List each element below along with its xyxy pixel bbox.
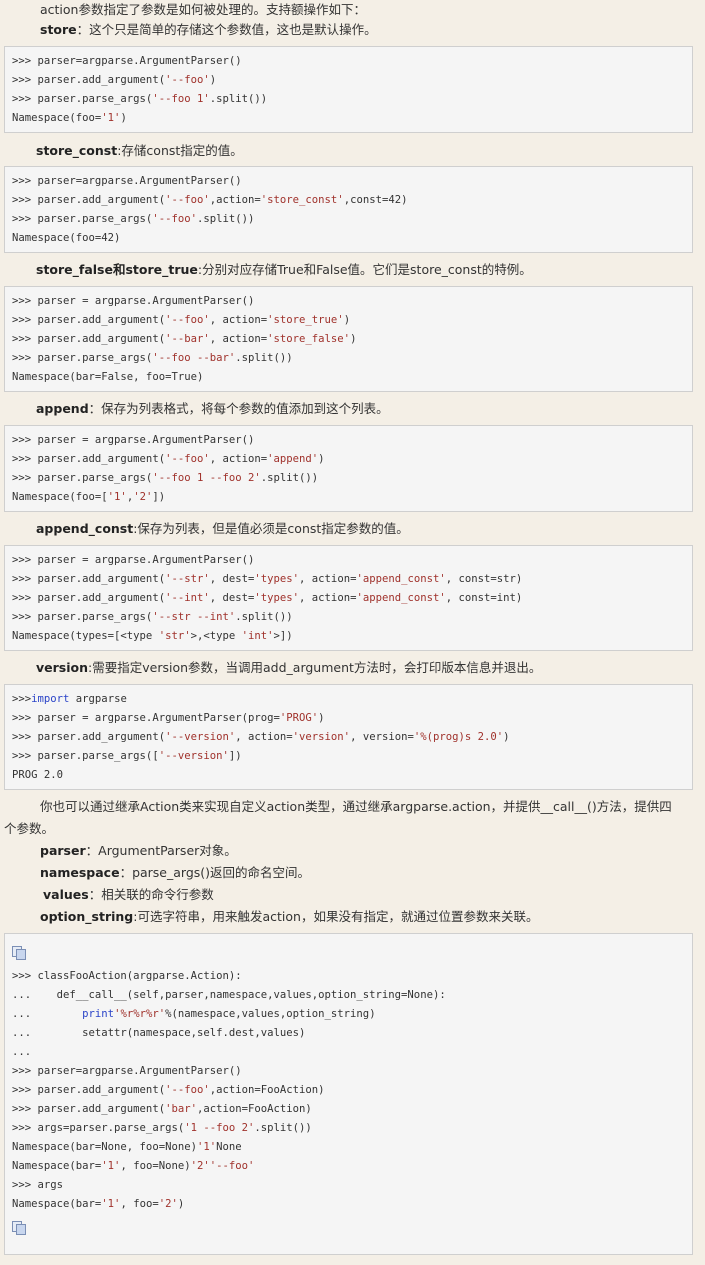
code-line: ... [12,1046,32,1058]
code-line: Namespace(bar=None, foo=None)'1'None [12,1141,242,1153]
store-const-paragraph: store_const:存储const指定的值。 [36,141,705,161]
append-desc: ：保存为列表格式，将每个参数的值添加到这个列表。 [88,401,389,416]
parser-desc: ：ArgumentParser对象。 [85,843,237,858]
code-line: >>>import argparse [12,693,127,705]
values-desc: ：相关联的命令行参数 [88,887,214,902]
code-line: ... def__call__(self,parser,namespace,va… [12,989,446,1001]
code-line: >>> parser.parse_args('--foo 1'.split()) [12,93,268,105]
code-line: Namespace(types=[<type 'str'>,<type 'int… [12,630,293,642]
parser-term: parser [40,843,86,858]
option-string-param: option_string:可选字符串，用来触发action，如果没有指定，就通… [40,907,705,927]
version-paragraph: version:需要指定version参数，当调用add_argument方法时… [36,658,705,678]
code-line: Namespace(bar='1', foo='2') [12,1198,185,1210]
code-line: >>> parser = argparse.ArgumentParser(pro… [12,712,325,724]
code-line: >>> parser.add_argument('bar',action=Foo… [12,1103,312,1115]
store-bool-desc: :分别对应存储True和False值。它们是store_const的特例。 [197,262,532,277]
code-line: >>> parser=argparse.ArgumentParser() [12,175,242,187]
code-line: >>> parser.parse_args('--foo'.split()) [12,213,255,225]
option-string-term: option_string [40,909,134,924]
code-line: >>> parser.add_argument('--foo', action=… [12,453,325,465]
namespace-term: namespace [40,865,120,880]
code-line: >>> parser.add_argument('--foo') [12,74,217,86]
code-lines-custom: >>> classFooAction(argparse.Action): ... … [12,967,692,1214]
code-line: >>> parser=argparse.ArgumentParser() [12,1065,242,1077]
store-bool-paragraph: store_false和store_true:分别对应存储True和False值… [36,260,705,280]
store-bool-term: store_false和store_true [36,262,198,277]
store-term: store [40,22,77,37]
code-block-custom-action[interactable]: >>> classFooAction(argparse.Action): ... … [4,933,693,1255]
code-line: >>> parser = argparse.ArgumentParser() [12,295,255,307]
code-line: Namespace(bar=False, foo=True) [12,371,204,383]
namespace-desc: ：parse_args()返回的命名空间。 [119,865,311,880]
append-const-desc: :保存为列表，但是值必须是const指定参数的值。 [133,521,409,536]
code-line: Namespace(foo=42) [12,232,121,244]
code-line: >>> args [12,1179,64,1191]
code-line: >>> classFooAction(argparse.Action): [12,970,242,982]
code-block-append-const[interactable]: >>> parser = argparse.ArgumentParser() >>… [4,545,693,651]
code-line: Namespace(foo=['1','2']) [12,491,166,503]
code-line: ... setattr(namespace,self.dest,values) [12,1027,306,1039]
store-desc: ：这个只是简单的存储这个参数值，这也是默认操作。 [76,22,377,37]
code-block-store[interactable]: >>> parser=argparse.ArgumentParser() >>> … [4,46,693,133]
namespace-param: namespace：parse_args()返回的命名空间。 [40,863,705,883]
custom-action-text: 你也可以通过继承Action类来实现自定义action类型，通过继承argpar… [40,799,672,814]
append-const-term: append_const [36,521,134,536]
code-line: >>> parser.parse_args('--foo --bar'.spli… [12,352,293,364]
copy-toolbar-bottom [12,1214,692,1242]
code-line: >>> parser = argparse.ArgumentParser() [12,554,255,566]
store-paragraph: store：这个只是简单的存储这个参数值，这也是默认操作。 [40,20,705,40]
copy-code-icon[interactable] [12,1221,26,1235]
copy-toolbar-top [12,939,692,967]
append-const-paragraph: append_const:保存为列表，但是值必须是const指定参数的值。 [36,519,705,539]
append-paragraph: append：保存为列表格式，将每个参数的值添加到这个列表。 [36,399,705,419]
parser-param: parser：ArgumentParser对象。 [40,841,705,861]
code-line: >>> parser.add_argument('--int', dest='t… [12,592,523,604]
code-line: >>> parser.add_argument('--foo',action=F… [12,1084,325,1096]
copy-code-icon[interactable] [12,946,26,960]
code-line: >>> parser.add_argument('--bar', action=… [12,333,357,345]
code-line: >>> parser.add_argument('--foo', action=… [12,314,351,326]
store-const-term: store_const [36,143,118,158]
code-block-store-const[interactable]: >>> parser=argparse.ArgumentParser() >>> … [4,166,693,253]
code-line: >>> parser.add_argument('--version', act… [12,731,510,743]
code-line: >>> parser.add_argument('--str', dest='t… [12,573,523,585]
values-param: values：相关联的命令行参数 [43,885,705,905]
option-string-desc: :可选字符串，用来触发action，如果没有指定，就通过位置参数来关联。 [133,909,539,924]
code-line: >>> args=parser.parse_args('1 --foo 2'.s… [12,1122,312,1134]
version-desc: :需要指定version参数，当调用add_argument方法时，会打印版本信… [88,660,542,675]
code-line: PROG 2.0 [12,769,64,781]
store-const-desc: :存储const指定的值。 [117,143,243,158]
code-line: >>> parser.parse_args('--foo 1 --foo 2'.… [12,472,319,484]
code-line: >>> parser=argparse.ArgumentParser() [12,55,242,67]
version-term: version [36,660,89,675]
code-line: >>> parser.parse_args(['--version']) [12,750,242,762]
code-block-version[interactable]: >>>import argparse >>> parser = argparse.… [4,684,693,790]
code-line: >>> parser.parse_args('--str --int'.spli… [12,611,293,623]
intro-text: action参数指定了参数是如何被处理的。支持额操作如下： [40,2,366,17]
code-block-store-bool[interactable]: >>> parser = argparse.ArgumentParser() >>… [4,286,693,392]
code-line: Namespace(bar='1', foo=None)'2''--foo' [12,1160,255,1172]
code-line: >>> parser.add_argument('--foo',action='… [12,194,408,206]
code-line: >>> parser = argparse.ArgumentParser() [12,434,255,446]
append-term: append [36,401,89,416]
code-line: Namespace(foo='1') [12,112,127,124]
code-line: ... print'%r%r%r'%(namespace,values,opti… [12,1008,376,1020]
values-term: values [43,887,89,902]
custom-action-text-cont: 个参数。 [4,821,55,836]
code-block-append[interactable]: >>> parser = argparse.ArgumentParser() >>… [4,425,693,512]
